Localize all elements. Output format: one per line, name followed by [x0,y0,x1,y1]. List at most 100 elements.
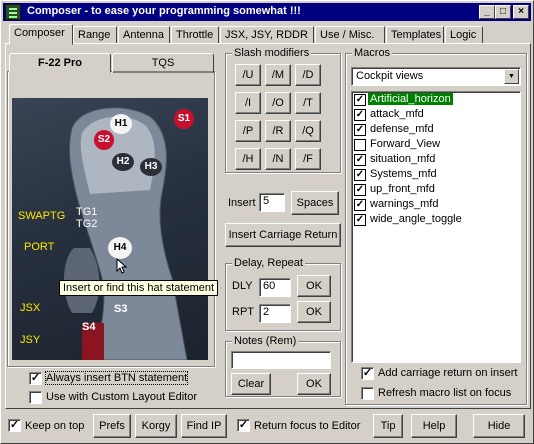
macro-item[interactable]: ✓ warnings_mfd [354,198,520,213]
add-carriage-return-checkbox[interactable]: ✓ [361,367,374,380]
tab-f22-pro[interactable]: F-22 Pro [9,53,111,73]
swaptg-label[interactable]: SWAPTG [18,210,65,222]
slash-q-button[interactable]: /Q [295,120,321,142]
slash-h-button[interactable]: /H [235,148,261,170]
macro-item[interactable]: ✓ up_front_mfd [354,183,520,198]
trigger-tg2-label[interactable]: TG2 [76,218,97,230]
refresh-macro-list-label[interactable]: Refresh macro list on focus [378,387,511,399]
keep-on-top-checkbox[interactable]: ✓ [8,419,21,432]
refresh-macro-list-checkbox[interactable] [361,387,374,400]
rpt-label: RPT [232,306,254,318]
macro-checkbox[interactable]: ✓ [354,94,366,106]
korgy-button[interactable]: Korgy [135,414,177,438]
macro-item[interactable]: ✓ wide_angle_toggle [354,213,520,228]
help-button[interactable]: Help [411,414,457,438]
macro-checkbox[interactable] [354,139,366,151]
tab-tqs[interactable]: TQS [112,53,214,73]
insert-count-input[interactable]: 5 [259,193,285,212]
notes-ok-button[interactable]: OK [297,373,331,395]
find-ip-button[interactable]: Find IP [181,414,227,438]
macro-label: up_front_mfd [370,183,435,195]
slash-m-button[interactable]: /M [265,64,291,86]
spaces-button[interactable]: Spaces [291,191,339,215]
insert-label: Insert [228,197,256,209]
macro-checkbox[interactable]: ✓ [354,199,366,211]
button-s1-hotspot[interactable]: S1 [174,109,194,129]
macro-item[interactable]: ✓ defense_mfd [354,123,520,138]
macro-checkbox[interactable]: ✓ [354,169,366,181]
keep-on-top-label[interactable]: Keep on top [25,420,84,432]
hide-button[interactable]: Hide [473,414,525,438]
maximize-button[interactable]: □ [495,5,511,19]
minimize-button[interactable]: _ [479,5,495,19]
add-carriage-return-label[interactable]: Add carriage return on insert [378,367,517,379]
slash-d-button[interactable]: /D [295,64,321,86]
macro-item[interactable]: ✓ attack_mfd [354,108,520,123]
macro-checkbox[interactable]: ✓ [354,214,366,226]
tab-templates[interactable]: Templates [386,26,444,44]
tip-button[interactable]: Tip [373,414,403,438]
macro-checkbox[interactable]: ✓ [354,154,366,166]
rpt-ok-button[interactable]: OK [297,301,331,323]
main-tabs: Composer Range Antenna Throttle JSX, JSY… [5,24,529,45]
tab-antenna[interactable]: Antenna [118,26,170,44]
app-icon[interactable] [5,4,21,20]
jsx-label[interactable]: JSX [20,302,40,314]
title-bar[interactable]: Composer - to ease your programming some… [3,3,531,21]
custom-layout-checkbox[interactable] [29,391,42,404]
macro-item[interactable]: ✓ Artificial_horizon [354,93,520,108]
slash-i-button[interactable]: /I [235,92,261,114]
dly-input[interactable]: 60 [259,278,291,297]
prefs-button[interactable]: Prefs [93,414,131,438]
jsy-label[interactable]: JSY [20,334,40,346]
slash-n-button[interactable]: /N [265,148,291,170]
always-insert-btn-checkbox[interactable]: ✓ [29,372,42,385]
slash-u-button[interactable]: /U [235,64,261,86]
slash-f-button[interactable]: /F [295,148,321,170]
hat-h2-hotspot[interactable]: H2 [112,153,134,171]
insert-carriage-return-button[interactable]: Insert Carriage Return [225,223,341,247]
tab-range[interactable]: Range [73,26,117,44]
close-button[interactable]: × [513,5,529,19]
macro-list[interactable]: ✓ Artificial_horizon ✓ attack_mfd ✓ defense… [351,91,521,363]
button-s4-label[interactable]: S4 [82,321,95,333]
notes-title: Notes (Rem) [232,335,299,347]
slash-o-button[interactable]: /O [265,92,291,114]
mouse-cursor-icon [116,258,128,274]
tab-jsx-jsy-rddr[interactable]: JSX, JSY, RDDR [220,26,314,44]
notes-input[interactable] [231,351,331,369]
return-focus-checkbox[interactable]: ✓ [237,419,250,432]
always-insert-btn-label[interactable]: Always insert BTN statement [44,371,189,385]
trigger-tg1-label[interactable]: TG1 [76,206,97,218]
macro-item[interactable]: ✓ Systems_mfd [354,168,520,183]
macro-category-select[interactable]: Cockpit views ▼ [351,67,521,86]
hat-h1-hotspot[interactable]: H1 [110,114,132,134]
macro-checkbox[interactable]: ✓ [354,124,366,136]
tab-logic[interactable]: Logic [445,26,483,44]
button-s2-hotspot[interactable]: S2 [94,130,114,150]
custom-layout-label[interactable]: Use with Custom Layout Editor [46,391,197,403]
dly-ok-button[interactable]: OK [297,275,331,297]
slash-t-button[interactable]: /T [295,92,321,114]
chevron-down-icon[interactable]: ▼ [504,69,519,84]
slash-r-button[interactable]: /R [265,120,291,142]
hat-h4-hotspot[interactable]: H4 [108,237,132,259]
macro-checkbox[interactable]: ✓ [354,109,366,121]
macro-item[interactable]: ✓ situation_mfd [354,153,520,168]
tab-throttle[interactable]: Throttle [171,26,219,44]
hat-h3-hotspot[interactable]: H3 [140,158,162,176]
slash-p-button[interactable]: /P [235,120,261,142]
return-focus-label[interactable]: Return focus to Editor [254,420,360,432]
macro-checkbox[interactable]: ✓ [354,184,366,196]
macro-label: wide_angle_toggle [370,213,462,225]
macro-label: Forward_View [370,138,441,150]
tab-use-misc[interactable]: Use / Misc. [315,26,385,44]
button-s3-label[interactable]: S3 [114,303,127,315]
port-label[interactable]: PORT [24,241,54,253]
rpt-input[interactable]: 2 [259,304,291,323]
tab-composer[interactable]: Composer [9,24,73,45]
composer-window: Composer - to ease your programming some… [0,0,534,444]
macro-item[interactable]: Forward_View [354,138,520,153]
macro-label: defense_mfd [370,123,434,135]
notes-clear-button[interactable]: Clear [231,373,271,395]
